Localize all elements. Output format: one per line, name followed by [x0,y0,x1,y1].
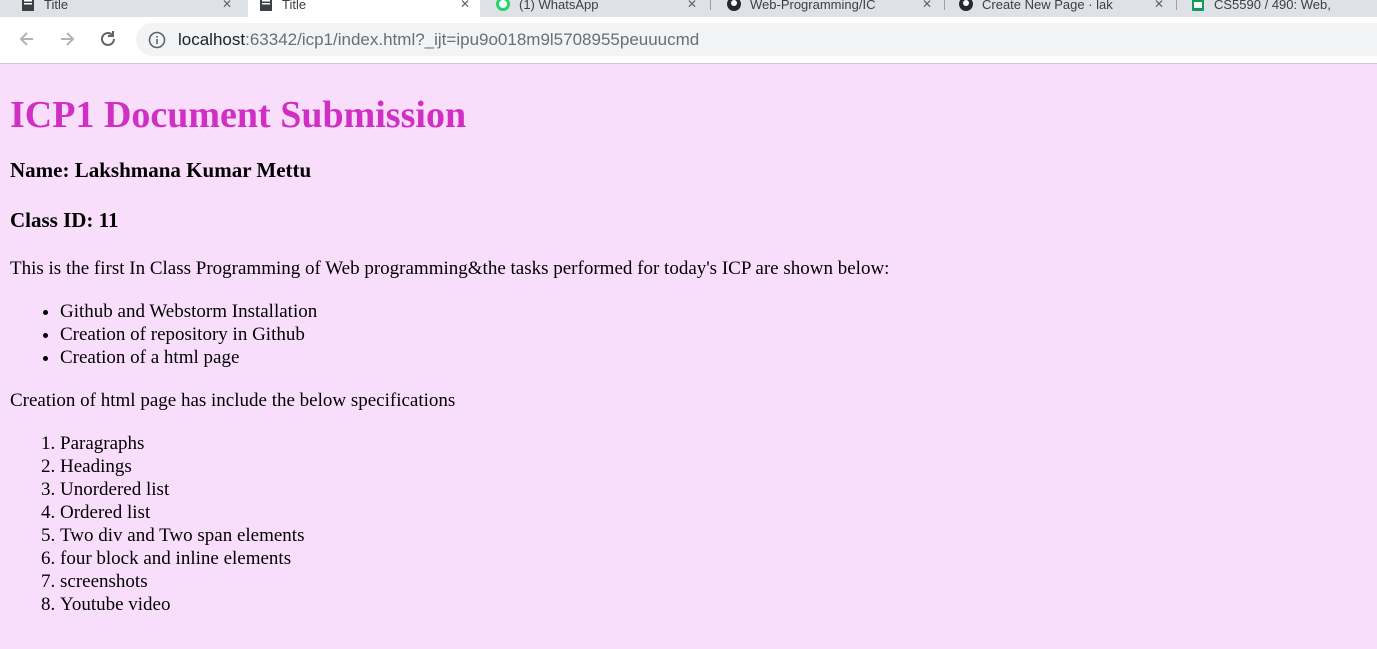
tab-title: Create New Page · lak [982,0,1113,12]
close-icon[interactable]: ✕ [222,0,232,11]
tab-title: Web-Programming/IC [750,0,876,12]
browser-toolbar: localhost:63342/icp1/index.html?_ijt=ipu… [0,17,1377,63]
tab-title: Title [44,0,69,12]
browser-chrome: Title ✕ Title ✕ (1) WhatsApp ✕ Web-Progr… [0,0,1377,64]
tasks-list: Github and Webstorm Installation Creatio… [10,300,1367,369]
tab-6[interactable]: CS5590 / 490: Web, [1180,0,1377,17]
sheets-icon [1192,0,1204,11]
page-content: ICP1 Document Submission Name: Lakshmana… [0,64,1377,649]
list-item: Youtube video [60,593,1367,616]
info-icon[interactable] [148,31,166,49]
close-icon[interactable]: ✕ [687,0,697,11]
tab-title: CS5590 / 490: Web, [1214,0,1331,12]
whatsapp-icon [496,0,510,11]
tab-2-active[interactable]: Title ✕ [248,0,480,17]
forward-arrow-icon [61,32,75,46]
list-item: four block and inline elements [60,547,1367,570]
list-item: Headings [60,455,1367,478]
github-icon [727,0,741,11]
tab-title: (1) WhatsApp [519,0,599,12]
name-heading: Name: Lakshmana Kumar Mettu [10,158,312,182]
spec-paragraph: Creation of html page has include the be… [10,390,456,411]
list-item: Unordered list [60,478,1367,501]
list-item: Creation of a html page [60,346,1367,369]
list-item: screenshots [60,570,1367,593]
tab-separator [944,0,945,10]
page-title: ICP1 Document Submission [10,94,467,136]
url-path: :63342/icp1/index.html?_ijt=ipu9o018m9l5… [245,29,700,49]
tab-3[interactable]: (1) WhatsApp ✕ [485,0,707,17]
close-icon[interactable]: ✕ [1154,0,1164,11]
tab-strip: Title ✕ Title ✕ (1) WhatsApp ✕ Web-Progr… [0,0,1377,17]
url-text[interactable]: localhost:63342/icp1/index.html?_ijt=ipu… [178,30,699,50]
close-icon[interactable]: ✕ [922,0,932,11]
tab-5[interactable]: Create New Page · lak ✕ [948,0,1174,17]
list-item: Paragraphs [60,432,1367,455]
specs-list: Paragraphs Headings Unordered list Order… [10,432,1367,616]
reload-button[interactable] [94,25,122,53]
list-item: Github and Webstorm Installation [60,300,1367,323]
close-icon[interactable]: ✕ [460,0,470,11]
document-icon [260,0,272,11]
document-icon [22,0,34,11]
back-arrow-icon [19,32,33,46]
reload-icon [101,31,115,46]
list-item: Ordered list [60,501,1367,524]
forward-button[interactable] [53,25,81,53]
back-button[interactable] [13,25,41,53]
tab-1[interactable]: Title ✕ [10,0,242,17]
class-id-heading: Class ID: 11 [10,208,119,232]
intro-paragraph: This is the first In Class Programming o… [10,258,890,279]
tab-4[interactable]: Web-Programming/IC ✕ [716,0,942,17]
tab-separator [1176,0,1177,10]
url-host: localhost [178,29,246,49]
address-bar[interactable]: localhost:63342/icp1/index.html?_ijt=ipu… [136,23,1377,56]
list-item: Creation of repository in Github [60,323,1367,346]
tab-separator [710,0,711,10]
github-icon [959,0,973,11]
list-item: Two div and Two span elements [60,524,1367,547]
tab-title: Title [282,0,307,12]
